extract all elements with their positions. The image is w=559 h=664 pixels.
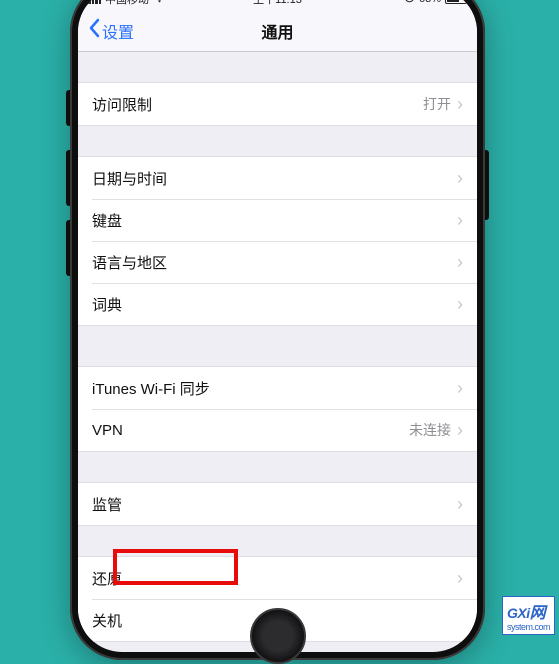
page-title: 通用: [78, 19, 477, 43]
home-button[interactable]: [250, 608, 306, 664]
row-label: 监管: [92, 494, 457, 515]
row-label: 词典: [92, 294, 457, 315]
row-label: VPN: [92, 422, 409, 439]
group-restrictions: 访问限制 打开 ›: [78, 82, 477, 126]
chevron-right-icon: ›: [457, 295, 463, 313]
row-dictionary[interactable]: 词典 ›: [78, 283, 477, 325]
nav-bar: 设置 通用: [78, 10, 477, 52]
row-access-restrictions[interactable]: 访问限制 打开 ›: [78, 83, 477, 125]
row-value: 未连接: [409, 420, 451, 440]
carrier-label: 中国移动: [105, 0, 149, 7]
row-vpn[interactable]: VPN 未连接 ›: [78, 409, 477, 451]
row-language-region[interactable]: 语言与地区 ›: [78, 241, 477, 283]
chevron-right-icon: ›: [457, 495, 463, 513]
back-label: 设置: [102, 19, 134, 43]
row-date-time[interactable]: 日期与时间 ›: [78, 157, 477, 199]
chevron-right-icon: ›: [457, 95, 463, 113]
watermark-net: 网: [530, 605, 546, 622]
watermark-brand: GXi: [507, 605, 530, 621]
chevron-right-icon: ›: [457, 379, 463, 397]
row-label: 语言与地区: [92, 252, 457, 273]
signal-icon: [88, 0, 101, 4]
rotation-lock-icon: [404, 0, 415, 6]
group-localization: 日期与时间 › 键盘 › 语言与地区 › 词典 ›: [78, 156, 477, 326]
settings-list: 访问限制 打开 › 日期与时间 › 键盘 › 语言与地区 ›: [78, 52, 477, 642]
row-keyboard[interactable]: 键盘 ›: [78, 199, 477, 241]
chevron-left-icon: [88, 18, 100, 43]
row-reset[interactable]: 还原 ›: [78, 557, 477, 599]
row-supervision[interactable]: 监管 ›: [78, 483, 477, 525]
battery-pct: 63%: [419, 0, 441, 5]
row-label: 还原: [92, 568, 457, 589]
chevron-right-icon: ›: [457, 253, 463, 271]
row-value: 打开: [423, 94, 451, 114]
row-label: 访问限制: [92, 94, 423, 115]
watermark: GXi网 system.com: [502, 596, 555, 635]
row-label: iTunes Wi-Fi 同步: [92, 378, 457, 399]
battery-icon: [445, 0, 467, 4]
row-itunes-wifi-sync[interactable]: iTunes Wi-Fi 同步 ›: [78, 367, 477, 409]
status-bar: 中国移动 上午11:13 63%: [78, 0, 477, 10]
phone-body: 中国移动 上午11:13 63% 设置 通用: [70, 0, 485, 660]
watermark-domain: system.com: [507, 623, 550, 632]
chevron-right-icon: ›: [457, 569, 463, 587]
row-label: 日期与时间: [92, 168, 457, 189]
group-supervision: 监管 ›: [78, 482, 477, 526]
back-button[interactable]: 设置: [88, 18, 134, 43]
row-label: 键盘: [92, 210, 457, 231]
screen: 中国移动 上午11:13 63% 设置 通用: [78, 0, 477, 652]
chevron-right-icon: ›: [457, 169, 463, 187]
wifi-icon: [153, 0, 166, 6]
group-sync: iTunes Wi-Fi 同步 › VPN 未连接 ›: [78, 366, 477, 452]
chevron-right-icon: ›: [457, 421, 463, 439]
chevron-right-icon: ›: [457, 211, 463, 229]
